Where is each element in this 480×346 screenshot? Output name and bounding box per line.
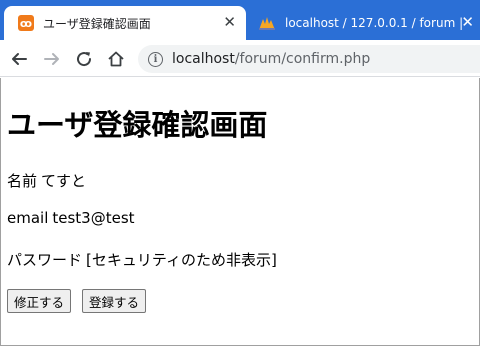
password-value: [セキュリティのため非表示]	[86, 251, 277, 269]
info-icon[interactable]: i	[148, 51, 163, 67]
back-button[interactable]	[7, 47, 31, 71]
reload-button[interactable]	[72, 47, 96, 71]
xampp-icon: ꝏ	[18, 15, 34, 31]
tab-confirm[interactable]: ꝏ ユーザ登録確認画面 ✕	[4, 6, 246, 40]
name-row: 名前 てすと	[7, 170, 86, 191]
phpmyadmin-icon	[258, 15, 276, 31]
address-bar[interactable]: i localhost/forum/confirm.php	[138, 45, 480, 73]
forward-button[interactable]	[40, 47, 64, 71]
password-label: パスワード	[7, 251, 83, 269]
home-icon	[108, 51, 124, 67]
edit-button[interactable]: 修正する	[7, 289, 72, 313]
email-label: email	[7, 209, 49, 227]
name-value: てすと	[41, 172, 87, 190]
tab-phpmyadmin[interactable]: localhost / 127.0.0.1 / forum | php ✕	[250, 6, 480, 40]
home-button[interactable]	[104, 47, 128, 71]
arrow-right-icon	[44, 53, 59, 65]
tab-title: localhost / 127.0.0.1 / forum | php	[285, 16, 465, 30]
browser-toolbar: i localhost/forum/confirm.php	[0, 40, 480, 77]
url-text: localhost/forum/confirm.php	[172, 51, 371, 67]
password-row: パスワード [セキュリティのため非表示]	[7, 249, 277, 270]
tab-title: ユーザ登録確認画面	[43, 16, 151, 31]
reload-icon	[77, 52, 92, 67]
name-label: 名前	[7, 172, 38, 190]
close-icon[interactable]: ✕	[223, 15, 236, 30]
arrow-left-icon	[12, 53, 27, 65]
email-value: test3@test	[52, 209, 135, 227]
page-title: ユーザ登録確認画面	[7, 108, 268, 142]
close-icon[interactable]: ✕	[461, 15, 474, 30]
tab-strip: ꝏ ユーザ登録確認画面 ✕ localhost / 127.0.0.1 / fo…	[0, 0, 480, 40]
register-button[interactable]: 登録する	[82, 289, 147, 313]
page-viewport: ユーザ登録確認画面 名前 てすと email test3@test パスワード [セキ…	[0, 78, 480, 346]
email-row: email test3@test	[7, 209, 135, 227]
